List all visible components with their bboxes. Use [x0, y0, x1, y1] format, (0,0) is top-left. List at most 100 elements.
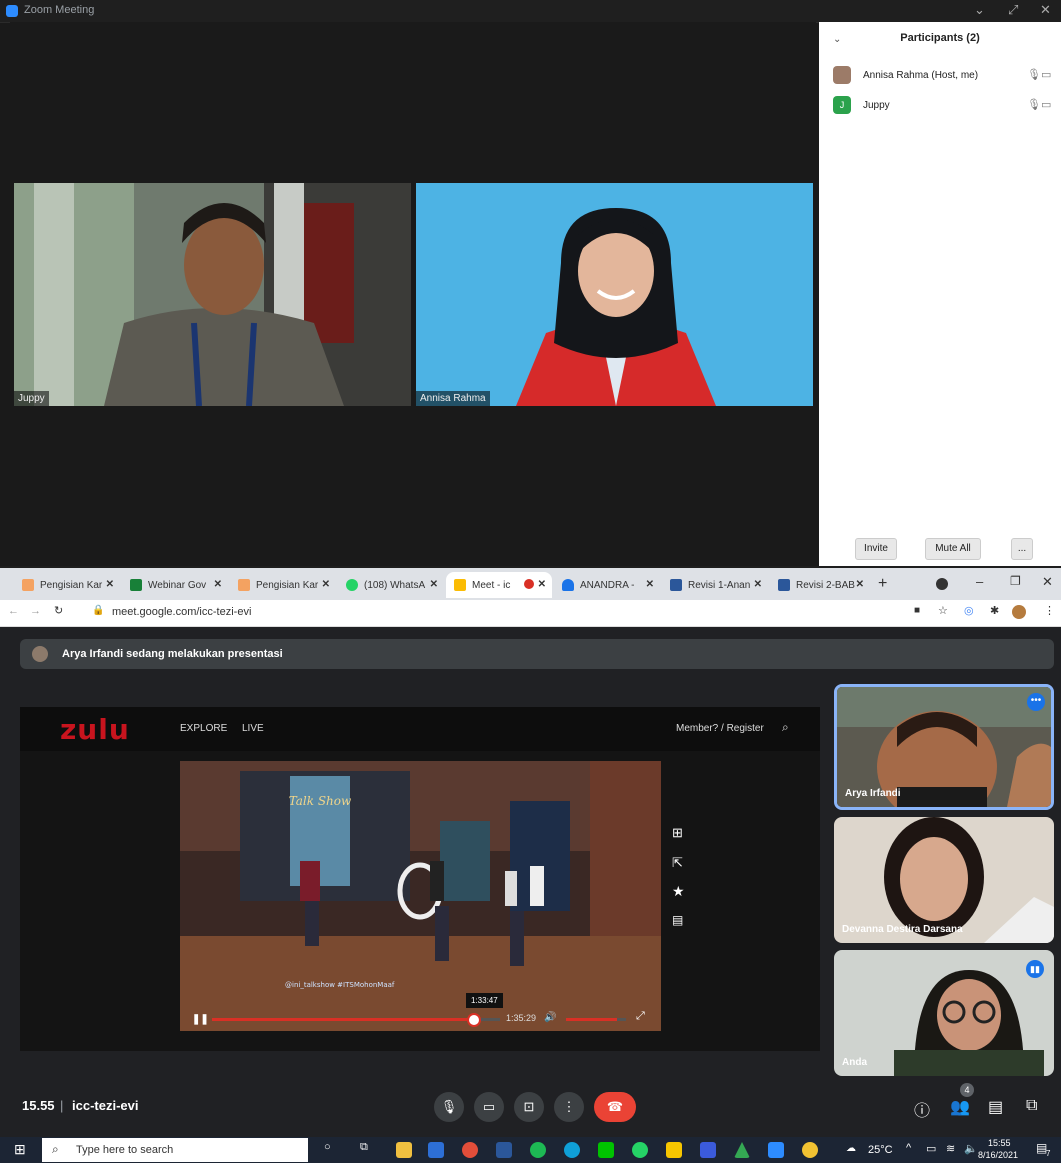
progress-knob[interactable] — [467, 1013, 482, 1027]
browser-tab[interactable]: (108) WhatsA ✕ — [338, 572, 444, 598]
search-icon[interactable]: ⌕ — [782, 720, 789, 735]
spotify-icon[interactable] — [530, 1142, 546, 1158]
pause-icon[interactable]: ❚❚ — [192, 1014, 209, 1025]
help-icon[interactable] — [802, 1142, 818, 1158]
camera-indicator-icon[interactable]: ■ — [914, 605, 920, 616]
microphone-icon[interactable]: 🎙 — [1027, 98, 1041, 111]
taskbar-search[interactable]: ⌕ Type here to search — [42, 1138, 308, 1162]
app-icon[interactable] — [700, 1142, 716, 1158]
end-call-button[interactable]: ☎ — [594, 1092, 636, 1122]
clock-date[interactable]: 8/16/2021 — [978, 1150, 1018, 1160]
minimize-icon[interactable]: – — [976, 574, 983, 589]
weather-temp[interactable]: 25°C — [868, 1144, 893, 1156]
menu-icon[interactable]: ⋮ — [1044, 604, 1055, 617]
close-tab-icon[interactable]: ✕ — [754, 579, 762, 590]
app-icon[interactable] — [428, 1142, 444, 1158]
close-tab-icon[interactable]: ✕ — [646, 579, 654, 590]
line-icon[interactable] — [598, 1142, 614, 1158]
windows-start-icon[interactable]: ⊞ — [14, 1141, 26, 1158]
extensions-puzzle-icon[interactable]: ✱ — [990, 604, 999, 617]
microphone-icon[interactable]: 🎙 — [1027, 68, 1041, 81]
shared-screen: zulu EXPLORE LIVE Member? / Register ⌕ T… — [20, 707, 820, 1051]
participant-tile-anda[interactable]: ▮▮ Anda — [834, 950, 1054, 1076]
forward-icon[interactable]: → — [30, 605, 41, 617]
browser-tab[interactable]: Pengisian Kar ✕ — [14, 572, 120, 598]
chevron-down-icon[interactable]: ⌄ — [974, 2, 985, 18]
drive-icon[interactable] — [734, 1142, 750, 1158]
fullscreen-icon[interactable]: ⤢ — [636, 1010, 645, 1023]
close-tab-icon[interactable]: ✕ — [538, 579, 546, 590]
nav-live[interactable]: LIVE — [242, 723, 264, 734]
video-tile-juppy[interactable]: Juppy — [14, 183, 411, 406]
people-icon[interactable]: 👥 — [950, 1097, 970, 1117]
video-player[interactable]: Talk Show @ini_talkshow #ITSMohonMaaf 1:… — [180, 761, 661, 1031]
close-tab-icon[interactable]: ✕ — [322, 579, 330, 590]
close-tab-icon[interactable]: ✕ — [430, 579, 438, 590]
close-tab-icon[interactable]: ✕ — [856, 579, 864, 590]
invite-button[interactable]: Invite — [855, 538, 897, 560]
avatar[interactable] — [1012, 605, 1026, 619]
participant-row[interactable]: J Juppy 🎙 ▭ — [819, 92, 1061, 120]
playlist-add-icon[interactable]: ⊞ — [672, 825, 683, 841]
star-icon[interactable]: ★ — [672, 883, 685, 900]
file-explorer-icon[interactable] — [396, 1142, 412, 1158]
info-icon[interactable]: ⓘ — [914, 1097, 930, 1121]
camera-icon[interactable]: ▭ — [1041, 98, 1051, 111]
network-icon[interactable]: ≋ — [946, 1142, 955, 1155]
volume-track[interactable] — [566, 1018, 626, 1021]
more-options-icon[interactable]: ••• — [1027, 693, 1045, 711]
edge-icon[interactable] — [564, 1142, 580, 1158]
back-icon[interactable]: ← — [8, 605, 19, 617]
participant-tile-arya[interactable]: ••• Arya Irfandi — [834, 684, 1054, 810]
cortana-icon[interactable]: ○ — [324, 1141, 331, 1153]
clock-time[interactable]: 15:55 — [988, 1138, 1011, 1148]
new-tab-icon[interactable]: + — [878, 575, 887, 593]
weather-icon[interactable]: ☁ — [846, 1143, 856, 1154]
browser-tab[interactable]: ANANDRA - ✕ — [554, 572, 660, 598]
more-options-button[interactable]: ⋮ — [554, 1092, 584, 1122]
zoom-icon[interactable] — [768, 1142, 784, 1158]
browser-tab[interactable]: Revisi 1-Anan ✕ — [662, 572, 768, 598]
camera-icon[interactable]: ▭ — [1041, 68, 1051, 81]
microphone-button[interactable]: 🎙 — [434, 1092, 464, 1122]
reload-icon[interactable]: ↻ — [54, 604, 63, 617]
expand-icon[interactable]: ⤢ — [1008, 2, 1018, 18]
video-tile-annisa[interactable]: Annisa Rahma — [416, 183, 813, 406]
whatsapp-icon[interactable] — [632, 1142, 648, 1158]
nav-explore[interactable]: EXPLORE — [180, 723, 227, 734]
task-view-icon[interactable]: ⧉ — [360, 1141, 368, 1154]
meeting-time: 15.55 — [22, 1098, 55, 1113]
bookmark-star-icon[interactable]: ☆ — [938, 604, 948, 617]
close-window-icon[interactable]: ✕ — [1042, 574, 1053, 590]
browser-tab[interactable]: Pengisian Kar ✕ — [230, 572, 336, 598]
more-button[interactable]: ... — [1011, 538, 1033, 560]
address-bar[interactable]: meet.google.com/icc-tezi-evi — [112, 606, 251, 618]
chrome-icon[interactable] — [462, 1142, 478, 1158]
member-register-link[interactable]: Member? / Register — [676, 723, 764, 734]
browser-tab-active[interactable]: Meet - ic ✕ — [446, 572, 552, 598]
close-icon[interactable]: ✕ — [1040, 2, 1051, 18]
browser-tab[interactable]: Revisi 2-BAB ✕ — [770, 572, 870, 598]
activities-icon[interactable]: ⧉ — [1026, 1097, 1037, 1115]
progress-track[interactable] — [212, 1013, 500, 1027]
close-tab-icon[interactable]: ✕ — [214, 579, 222, 590]
chevron-up-icon[interactable]: ^ — [906, 1142, 911, 1154]
share-icon[interactable]: ⇱ — [672, 855, 683, 871]
camera-button[interactable]: ▭ — [474, 1092, 504, 1122]
extension-icon[interactable]: ◎ — [964, 604, 974, 617]
chat-icon[interactable]: ▤ — [988, 1097, 1003, 1117]
battery-icon[interactable]: ▭ — [926, 1142, 936, 1155]
volume-icon[interactable]: 🔊 — [544, 1012, 556, 1023]
restore-icon[interactable]: ❐ — [1010, 574, 1021, 588]
close-tab-icon[interactable]: ✕ — [106, 579, 114, 590]
present-screen-button[interactable]: ⊡ — [514, 1092, 544, 1122]
volume-icon[interactable]: 🔈 — [964, 1142, 978, 1155]
browser-tab[interactable]: Webinar Gov ✕ — [122, 572, 228, 598]
comment-icon[interactable]: ▤ — [672, 913, 683, 927]
participant-row[interactable]: Annisa Rahma (Host, me) 🎙 ▭ — [819, 62, 1061, 90]
word-icon[interactable] — [496, 1142, 512, 1158]
sticky-notes-icon[interactable] — [666, 1142, 682, 1158]
participant-tile-devanna[interactable]: Devanna Destira Darsana — [834, 817, 1054, 943]
profile-icon[interactable] — [936, 578, 948, 590]
mute-all-button[interactable]: Mute All — [925, 538, 981, 560]
